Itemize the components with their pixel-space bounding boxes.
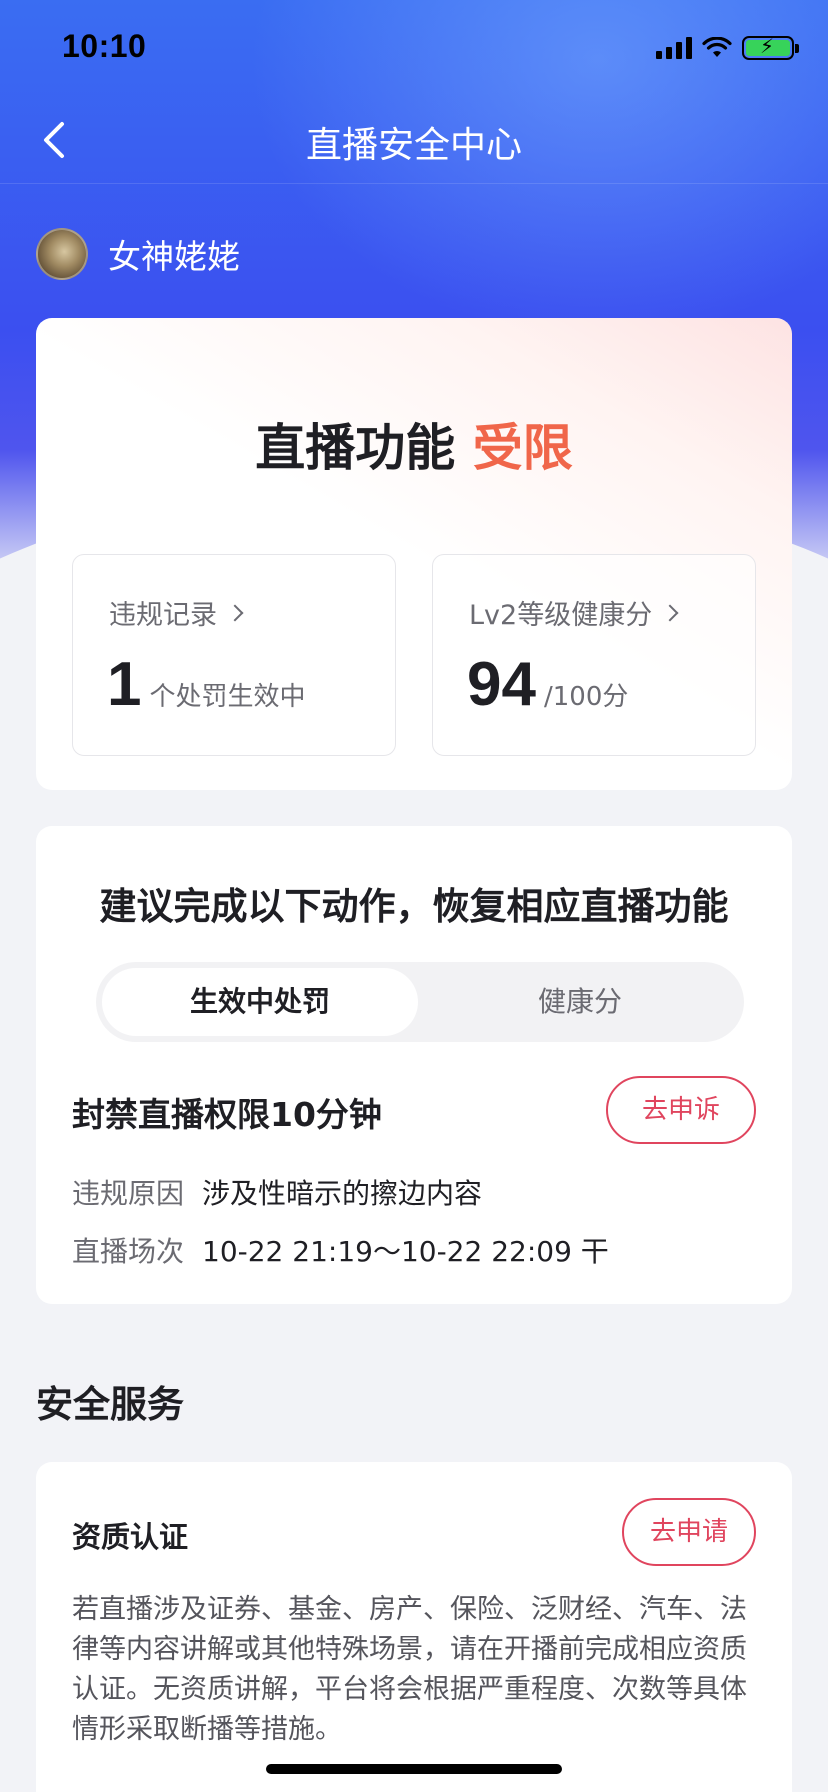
signal-icon [656,37,692,59]
live-session-value: 10-22 21:19～10-22 22:09 干 [202,1235,609,1268]
violation-reason-label: 违规原因 [72,1177,185,1210]
actions-title: 建议完成以下动作，恢复相应直播功能 [99,885,729,928]
status-bar: 10:10 ⚡ [0,0,828,96]
avatar[interactable] [36,228,88,280]
status-icons: ⚡ [656,35,799,60]
status-time: 10:10 [62,28,147,64]
tab-active-penalties[interactable]: 生效中处罚 [102,968,418,1036]
live-session-label: 直播场次 [72,1235,185,1268]
username: 女神姥姥 [108,237,240,276]
health-score-box[interactable]: Lv2等级健康分 94 /100分 [432,554,756,756]
headline-main: 直播功能 [255,419,456,477]
page-title: 直播安全中心 [305,125,522,166]
user-row: 女神姥姥 [36,228,240,280]
violation-unit: 个处罚生效中 [149,682,306,712]
violation-count: 1 [107,650,142,719]
battery-icon: ⚡ [742,35,799,60]
health-score-label: Lv2等级健康分 [469,600,653,631]
safety-services-title: 安全服务 [36,1383,184,1426]
qualification-description: 若直播涉及证券、基金、房产、保险、泛财经、汽车、法律等内容讲解或其他特殊场景，请… [72,1594,747,1745]
apply-button[interactable]: 去申请 [622,1498,756,1566]
health-score-unit: /100分 [543,682,629,712]
wifi-icon [702,37,732,57]
qualification-card: 资质认证 去申请 若直播涉及证券、基金、房产、保险、泛财经、汽车、法律等内容讲解… [36,1462,792,1792]
tab-health-score[interactable]: 健康分 [422,968,738,1036]
appeal-button[interactable]: 去申诉 [606,1076,756,1144]
health-score-value: 94 [467,650,536,719]
nav-bar: 直播安全中心 [0,96,828,184]
tab-switcher: 生效中处罚 健康分 [96,962,744,1042]
chevron-right-icon [661,604,679,621]
penalty-title: 封禁直播权限10分钟 [72,1095,382,1134]
qualification-title: 资质认证 [72,1520,189,1554]
violation-reason-row: 违规原因 涉及性暗示的擦边内容 [72,1172,482,1212]
recovery-actions-card: 建议完成以下动作，恢复相应直播功能 生效中处罚 健康分 封禁直播权限10分钟 去… [36,826,792,1304]
home-indicator [266,1764,562,1774]
headline-status: 受限 [472,419,573,477]
live-session-row: 直播场次 10-22 21:19～10-22 22:09 干 [72,1230,609,1270]
violation-reason-value: 涉及性暗示的擦边内容 [202,1177,483,1210]
live-status-card: 直播功能 受限 违规记录 1 个处罚生效中 Lv2等级健康分 94 /100分 [36,318,792,790]
violation-record-label: 违规记录 [109,600,217,631]
chevron-right-icon [226,604,244,621]
violation-record-box[interactable]: 违规记录 1 个处罚生效中 [72,554,396,756]
status-headline: 直播功能 受限 [36,408,792,480]
